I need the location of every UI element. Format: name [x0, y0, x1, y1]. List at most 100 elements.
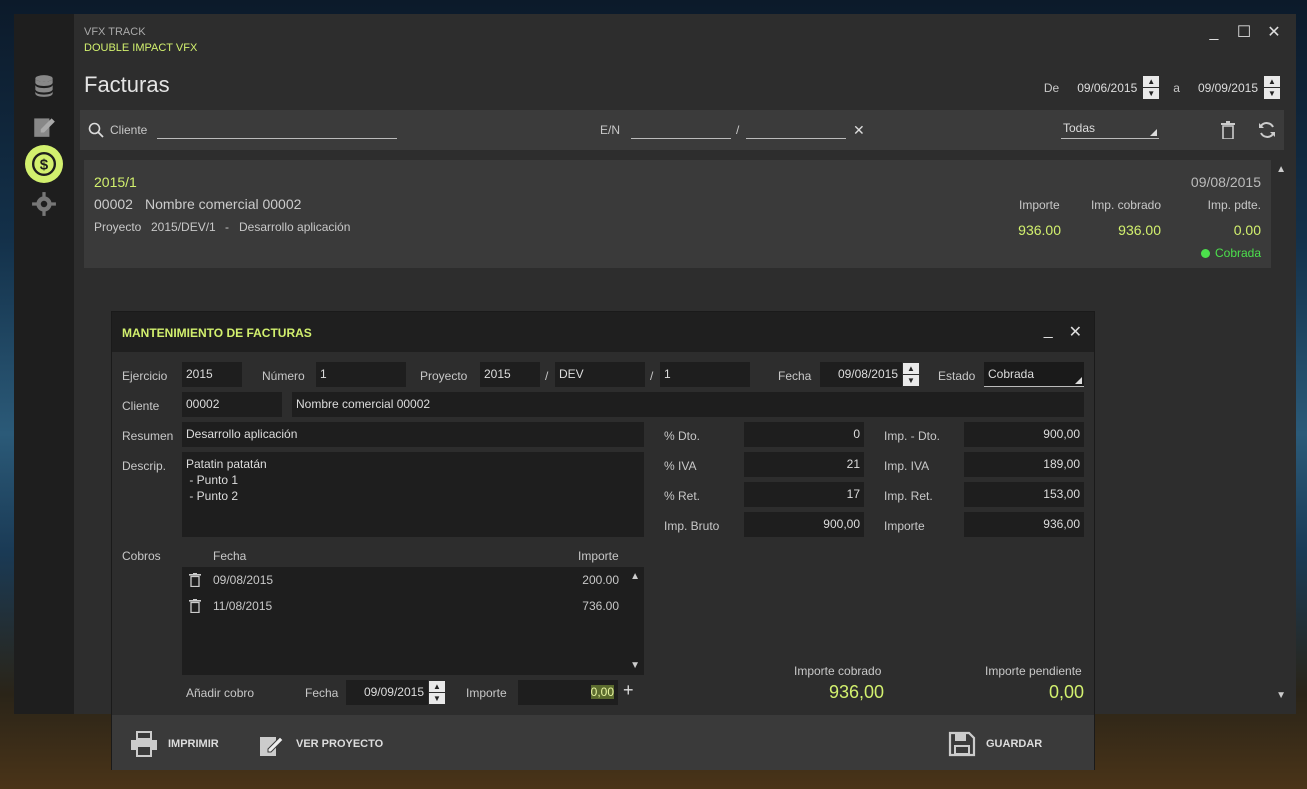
client-filter-input[interactable] — [157, 110, 397, 150]
descrip-label: Descrip. — [122, 459, 167, 473]
imp-ret-label: Imp. Ret. — [884, 489, 933, 503]
descrip-textarea[interactable]: Patatin patatán - Punto 1 - Punto 2 — [182, 452, 644, 537]
fecha-spinner[interactable]: ▲ ▼ — [903, 363, 919, 386]
spin-up-icon[interactable]: ▲ — [429, 681, 445, 692]
status-filter-select[interactable]: Todas — [1061, 110, 1159, 150]
importe-total-label: Importe — [884, 519, 925, 533]
edit-document-icon[interactable] — [28, 110, 60, 142]
en-input-2[interactable] — [746, 110, 846, 150]
company-name: DOUBLE IMPACT VFX — [84, 42, 198, 54]
spin-up-icon[interactable]: ▲ — [1264, 76, 1280, 87]
spin-down-icon[interactable]: ▼ — [903, 375, 919, 386]
maximize-icon[interactable]: ☐ — [1236, 24, 1252, 42]
trash-icon[interactable] — [189, 599, 201, 616]
cobro-fecha: 09/08/2015 — [213, 573, 274, 587]
proyecto-year-input[interactable]: 2015 — [480, 362, 540, 387]
spin-down-icon[interactable]: ▼ — [1264, 88, 1280, 99]
gear-icon[interactable] — [28, 188, 60, 220]
date-from-spinner[interactable]: ▲ ▼ — [1143, 76, 1160, 99]
proyecto-slash-2: / — [650, 369, 654, 383]
scroll-down-icon[interactable]: ▼ — [1276, 690, 1286, 701]
cliente-label: Cliente — [122, 399, 160, 413]
spin-down-icon[interactable]: ▼ — [1143, 88, 1160, 99]
list-item[interactable]: 09/08/2015 200.00 — [182, 567, 622, 593]
estado-select[interactable]: Cobrada — [984, 362, 1084, 387]
close-icon[interactable]: ✕ — [1266, 24, 1282, 42]
scroll-down-icon[interactable]: ▼ — [630, 660, 640, 671]
ver-proyecto-button[interactable]: VER PROYECTO — [258, 731, 383, 757]
importe-cobrado-value: 936,00 — [828, 682, 884, 702]
refresh-icon[interactable] — [1258, 110, 1276, 150]
bruto-input[interactable]: 900,00 — [744, 512, 864, 537]
scroll-up-icon[interactable]: ▲ — [1276, 164, 1286, 175]
scroll-up-icon[interactable]: ▲ — [630, 571, 640, 582]
ejercicio-input[interactable]: 2015 — [182, 362, 242, 387]
date-from-value[interactable]: 09/06/2015 — [1073, 81, 1141, 95]
date-from-picker[interactable]: 09/06/2015 ▲ ▼ — [1073, 76, 1160, 99]
cliente-name-input[interactable]: Nombre comercial 00002 — [292, 392, 1084, 417]
ver-proyecto-label: VER PROYECTO — [296, 738, 384, 750]
spin-down-icon[interactable]: ▼ — [429, 693, 445, 704]
proyecto-num-input[interactable]: 1 — [660, 362, 750, 387]
cobro-importe: 200.00 — [582, 573, 619, 587]
en-input-1[interactable] — [631, 110, 731, 150]
trash-icon[interactable] — [189, 573, 201, 590]
edit-document-icon — [260, 736, 284, 756]
proyecto-label: Proyecto — [420, 369, 468, 383]
invoice-dialog: MANTENIMIENTO DE FACTURAS _ ✕ Ejercicio … — [111, 311, 1095, 770]
anadir-fecha-spinner[interactable]: ▲ ▼ — [429, 681, 445, 704]
date-to-value[interactable]: 09/09/2015 — [1194, 81, 1262, 95]
fecha-input[interactable]: 09/08/2015 — [820, 362, 902, 387]
dropdown-arrow-icon[interactable] — [1075, 377, 1082, 384]
filter-bar: Cliente E/N / ✕ Todas — [80, 110, 1284, 150]
cobros-col-fecha: Fecha — [213, 549, 247, 563]
date-to-spinner[interactable]: ▲ ▼ — [1264, 76, 1280, 99]
minimize-icon[interactable]: _ — [1206, 24, 1222, 42]
trash-icon[interactable] — [1220, 110, 1236, 150]
imp-ret-value: 153,00 — [964, 482, 1084, 507]
en-separator: / — [736, 123, 740, 137]
dto-input[interactable]: 0 — [744, 422, 864, 447]
iva-input[interactable]: 21 — [744, 452, 864, 477]
anadir-fecha-input[interactable]: 09/09/2015 — [346, 680, 428, 705]
imp-dto-label: Imp. - Dto. — [884, 429, 941, 443]
dollar-icon[interactable]: $ — [25, 145, 63, 183]
date-range: De 09/06/2015 ▲ ▼ a 09/09/2015 ▲ ▼ — [1044, 76, 1280, 99]
invoice-number: 2015/1 — [94, 174, 137, 190]
date-to-picker[interactable]: 09/09/2015 ▲ ▼ — [1194, 76, 1280, 99]
estado-value[interactable]: Cobrada — [988, 367, 1034, 381]
anadir-importe-input[interactable]: 0,00 — [518, 680, 618, 705]
client-name: Nombre comercial 00002 — [145, 196, 302, 212]
resumen-input[interactable]: Desarrollo aplicación — [182, 422, 644, 447]
status-filter-value[interactable]: Todas — [1061, 121, 1159, 139]
pendiente-value: 0.00 — [1233, 222, 1261, 238]
iva-label: % IVA — [664, 459, 697, 473]
clear-filter-icon[interactable]: ✕ — [853, 110, 865, 150]
list-item[interactable]: 11/08/2015 736.00 — [182, 593, 622, 619]
guardar-button[interactable]: GUARDAR — [948, 731, 1042, 757]
importe-value: 936.00 — [1018, 222, 1061, 238]
window-controls: _ ☐ ✕ — [1206, 24, 1282, 42]
spin-up-icon[interactable]: ▲ — [1143, 76, 1160, 87]
cobros-list[interactable]: 09/08/2015 200.00 11/08/2015 736.00 ▲ ▼ — [182, 567, 644, 675]
dialog-controls: _ ✕ — [1044, 322, 1082, 342]
cliente-code-input[interactable]: 00002 — [182, 392, 282, 417]
imprimir-button[interactable]: IMPRIMIR — [130, 731, 219, 757]
spin-up-icon[interactable]: ▲ — [903, 363, 919, 374]
anadir-importe-value[interactable]: 0,00 — [590, 685, 614, 699]
dto-label: % Dto. — [664, 429, 701, 443]
importe-pendiente-label: Importe pendiente — [985, 664, 1082, 678]
pendiente-label: Imp. pdte. — [1207, 198, 1261, 212]
project-dash: - — [225, 220, 229, 234]
database-icon[interactable] — [28, 70, 60, 102]
proyecto-code-input[interactable]: DEV — [555, 362, 645, 387]
ret-input[interactable]: 17 — [744, 482, 864, 507]
anadir-fecha-label: Fecha — [305, 686, 339, 700]
dialog-minimize-icon[interactable]: _ — [1044, 322, 1053, 342]
status-badge: Cobrada — [1201, 246, 1261, 260]
proyecto-slash-1: / — [545, 369, 549, 383]
dialog-close-icon[interactable]: ✕ — [1069, 322, 1082, 342]
numero-input[interactable]: 1 — [316, 362, 406, 387]
invoice-card[interactable]: 2015/1 09/08/2015 00002 Nombre comercial… — [84, 160, 1271, 268]
add-cobro-icon[interactable]: + — [623, 680, 634, 701]
